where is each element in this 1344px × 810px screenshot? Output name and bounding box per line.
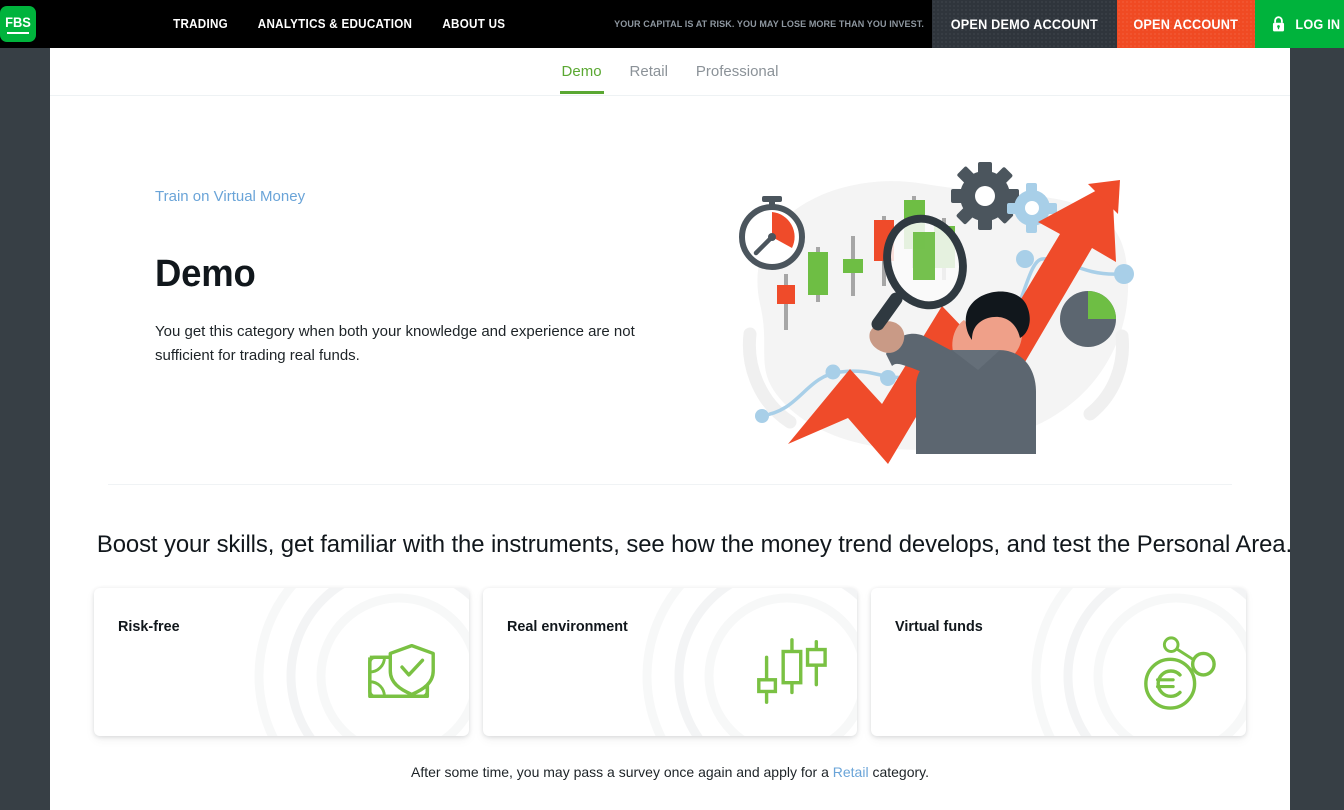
feature-cards: Risk-free Real environment Virtual funds bbox=[94, 588, 1247, 737]
main-navigation: TRADING ANALYTICS & EDUCATION ABOUT US bbox=[171, 0, 508, 48]
open-demo-account-label: OPEN DEMO ACCOUNT bbox=[950, 16, 1099, 32]
feature-card-risk-free[interactable]: Risk-free bbox=[94, 588, 469, 737]
card-title: Real environment bbox=[506, 618, 628, 636]
pie-chart-icon bbox=[1060, 291, 1116, 347]
tab-retail[interactable]: Retail bbox=[628, 51, 670, 93]
risk-warning-text: YOUR CAPITAL IS AT RISK. YOU MAY LOSE MO… bbox=[613, 18, 924, 30]
hero-description: You get this category when both your kno… bbox=[155, 323, 635, 364]
feature-card-virtual-funds[interactable]: Virtual funds bbox=[871, 588, 1247, 737]
card-title: Virtual funds bbox=[895, 618, 984, 636]
tab-demo[interactable]: Demo bbox=[559, 51, 604, 94]
lock-icon bbox=[1272, 16, 1284, 32]
nav-item-about-us[interactable]: ABOUT US bbox=[442, 17, 505, 31]
banknote-shield-check-icon bbox=[367, 644, 435, 699]
hero-eyebrow: Train on Virtual Money bbox=[155, 188, 306, 205]
section-heading: Boost your skills, get familiar with the… bbox=[96, 531, 1290, 558]
nav-item-trading[interactable]: TRADING bbox=[173, 17, 228, 31]
candlestick-chart-icon bbox=[757, 638, 828, 705]
hero-text-block: Train on Virtual Money Demo You get this… bbox=[155, 188, 645, 368]
page-title: Demo bbox=[155, 253, 256, 295]
open-account-label: OPEN ACCOUNT bbox=[1133, 16, 1239, 32]
header-action-buttons: OPEN DEMO ACCOUNT OPEN ACCOUNT LOG IN bbox=[931, 0, 1344, 48]
logo-link[interactable]: FBS bbox=[0, 0, 36, 48]
feature-card-real-environment[interactable]: Real environment bbox=[482, 588, 858, 737]
category-tabs: Demo Retail Professional bbox=[50, 48, 1290, 96]
card-title: Risk-free bbox=[118, 618, 180, 636]
logo-text: FBS bbox=[5, 13, 31, 30]
gear-icon-dark bbox=[951, 162, 1019, 230]
open-demo-account-button[interactable]: OPEN DEMO ACCOUNT bbox=[931, 0, 1117, 48]
retail-category-link[interactable]: Retail bbox=[833, 764, 869, 780]
footnote-after: category. bbox=[868, 764, 929, 781]
fbs-logo[interactable]: FBS bbox=[0, 6, 36, 42]
log-in-label: LOG IN bbox=[1294, 16, 1340, 32]
hero-section: Train on Virtual Money Demo You get this… bbox=[50, 96, 1290, 484]
page-content-area: Demo Retail Professional Train on Virtua… bbox=[50, 48, 1290, 810]
open-account-button[interactable]: OPEN ACCOUNT bbox=[1116, 0, 1255, 48]
log-in-button[interactable]: LOG IN bbox=[1254, 0, 1344, 48]
logo-underline bbox=[7, 31, 29, 34]
nav-item-analytics-education[interactable]: ANALYTICS & EDUCATION bbox=[258, 17, 412, 31]
stopwatch-icon bbox=[739, 196, 805, 270]
section-divider bbox=[108, 484, 1232, 485]
euro-coin-network-icon bbox=[1144, 636, 1216, 710]
footnote-text: After some time, you may pass a survey o… bbox=[50, 764, 1290, 780]
footnote-before: After some time, you may pass a survey o… bbox=[410, 764, 833, 781]
tab-professional[interactable]: Professional bbox=[694, 51, 781, 93]
hero-illustration bbox=[739, 162, 1134, 464]
top-header-bar: FBS TRADING ANALYTICS & EDUCATION ABOUT … bbox=[0, 0, 1344, 48]
